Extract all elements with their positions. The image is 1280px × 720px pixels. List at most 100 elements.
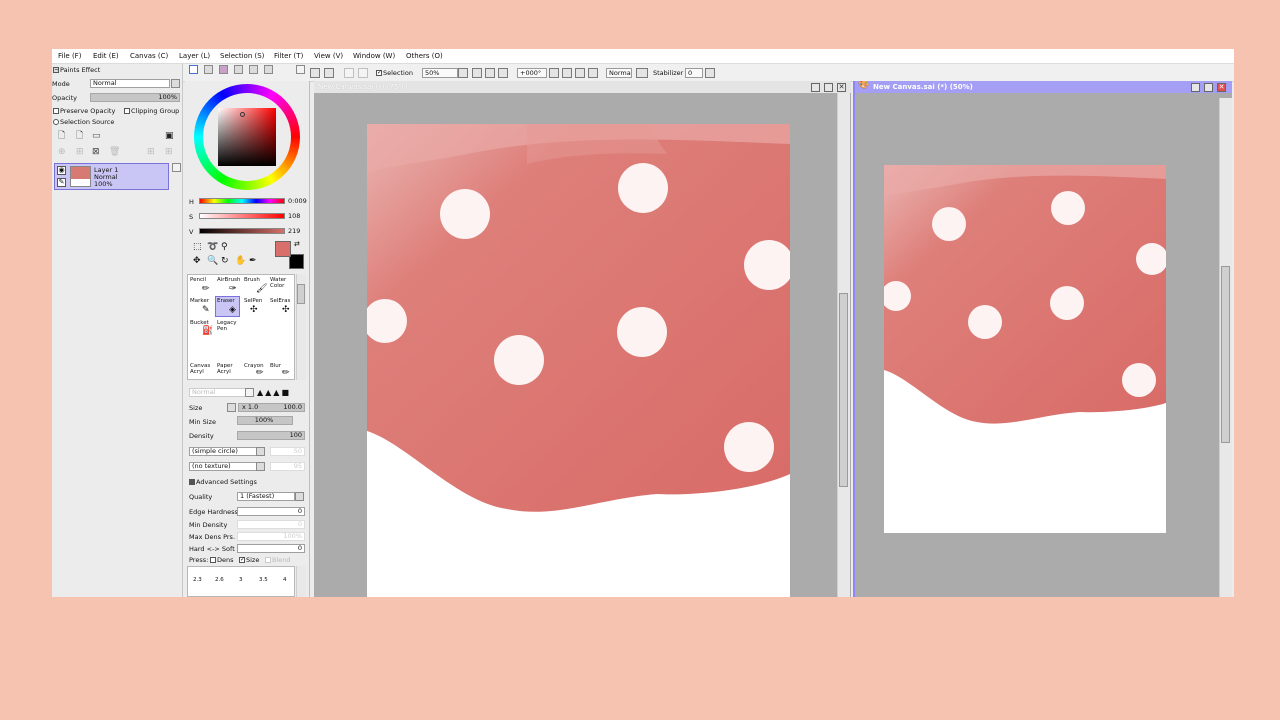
menu-others[interactable]: Others (O): [406, 52, 443, 60]
brush-shape-field[interactable]: (simple circle): [189, 447, 257, 456]
canvas-window-75-titlebar[interactable]: New Canvas.sai (*) (75%) ✕: [314, 81, 851, 93]
flip-button[interactable]: [636, 68, 648, 78]
layer-opacity-slider[interactable]: 100%: [90, 93, 180, 102]
advanced-settings-header[interactable]: Advanced Settings: [189, 478, 257, 486]
brush-texture-dropdown[interactable]: [256, 462, 265, 471]
h-slider[interactable]: [199, 198, 285, 204]
min-density-field[interactable]: 0: [237, 520, 305, 529]
tool-airbrush[interactable]: AirBrush ✑: [217, 277, 240, 294]
hard-soft-field[interactable]: 0: [237, 544, 305, 553]
min-size-slider[interactable]: 100%: [237, 416, 293, 425]
zoom-dropdown[interactable]: [458, 68, 468, 78]
lasso-icon[interactable]: ➰: [207, 243, 218, 252]
layer-toggle-icon[interactable]: ▣: [165, 132, 174, 141]
layer-scroll-button[interactable]: [172, 163, 181, 172]
canvas75-maximize-button[interactable]: [824, 83, 833, 92]
tool-marker[interactable]: Marker ✎: [190, 298, 210, 315]
menu-file[interactable]: File (F): [58, 52, 81, 60]
rotate-right-button[interactable]: [575, 68, 585, 78]
zoom-in-button[interactable]: [485, 68, 495, 78]
tool-legacy-pen[interactable]: Legacy Pen: [217, 320, 237, 332]
canvas-75[interactable]: [367, 124, 790, 597]
color-picker-cursor[interactable]: [240, 112, 245, 117]
folder-icon[interactable]: ▭: [92, 132, 101, 141]
primary-color-swatch[interactable]: [275, 241, 291, 257]
rotate-left-button[interactable]: [562, 68, 572, 78]
tool-watercolor[interactable]: Water Color: [270, 277, 292, 289]
canvas50-vscrollbar[interactable]: [1219, 98, 1232, 597]
undo-button[interactable]: [310, 68, 320, 78]
canvas75-minimize-button[interactable]: [811, 83, 820, 92]
swatch-mode-button[interactable]: [234, 65, 243, 74]
tool-bucket[interactable]: Bucket ⛽: [190, 320, 213, 336]
tool-selpen[interactable]: SelPen ✣: [244, 298, 262, 315]
brush-texture-field[interactable]: (no texture): [189, 462, 257, 471]
brush-blend-dropdown[interactable]: [245, 388, 254, 397]
hand-icon[interactable]: ✋: [235, 257, 246, 266]
rotate-icon[interactable]: ↻: [221, 257, 229, 266]
blend-mode-field[interactable]: Normal: [606, 68, 632, 78]
tool-eraser[interactable]: Eraser ◈: [215, 296, 240, 317]
zoom-icon[interactable]: 🔍: [207, 257, 218, 266]
selection-checkbox[interactable]: ✓: [376, 70, 382, 76]
stabilizer-dropdown[interactable]: [705, 68, 715, 78]
brush-icon[interactable]: ✎: [57, 178, 66, 187]
transfer-icon[interactable]: ⊕: [58, 148, 66, 157]
tool-grid-scrollbar[interactable]: [296, 274, 306, 380]
zoom-field[interactable]: 50%: [422, 68, 458, 78]
rgb-slider-mode-button[interactable]: [204, 65, 213, 74]
swap-colors-icon[interactable]: ⇄: [294, 240, 300, 249]
eye-icon[interactable]: ◉: [57, 166, 66, 175]
merge-icon[interactable]: ⊞: [147, 148, 155, 157]
color-wheel-mode-button[interactable]: [189, 65, 198, 74]
layer-row[interactable]: ◉ ✎ Layer 1 Normal 100%: [54, 163, 169, 190]
layer-mode-dropdown[interactable]: [171, 79, 180, 88]
rotation-field[interactable]: +000°: [517, 68, 547, 78]
canvas50-minimize-button[interactable]: [1191, 83, 1200, 92]
layer-mode-field[interactable]: Normal: [90, 79, 170, 88]
tool-grid-scroll-thumb[interactable]: [297, 284, 305, 304]
magic-wand-icon[interactable]: ⚲: [221, 243, 228, 252]
color-wheel[interactable]: [194, 84, 300, 190]
press-size-toggle[interactable]: ✓Size: [239, 556, 259, 564]
brush-blend-field[interactable]: Normal: [189, 388, 249, 397]
redo-button[interactable]: [324, 68, 334, 78]
s-slider[interactable]: [199, 213, 285, 219]
stabilizer-field[interactable]: 0: [685, 68, 703, 78]
menu-filter[interactable]: Filter (T): [274, 52, 303, 60]
tool-paper-acryl[interactable]: Paper Acryl: [217, 363, 239, 375]
merge-down-icon[interactable]: ⊞: [76, 148, 84, 157]
zoom-reset-button[interactable]: [498, 68, 508, 78]
rotation-reset-button[interactable]: [588, 68, 598, 78]
menu-selection[interactable]: Selection (S): [220, 52, 264, 60]
clipping-group-toggle[interactable]: Clipping Group: [124, 107, 179, 115]
canvas50-close-button[interactable]: ✕: [1217, 83, 1226, 92]
menu-edit[interactable]: Edit (E): [93, 52, 119, 60]
clear-layer-icon[interactable]: ⊠: [92, 148, 100, 157]
menu-canvas[interactable]: Canvas (C): [130, 52, 168, 60]
size-preset-3[interactable]: 3: [239, 577, 243, 583]
intermediate-color-button[interactable]: [264, 65, 273, 74]
canvas-window-50-titlebar[interactable]: 🎨 New Canvas.sai (*) (50%) ✕: [855, 81, 1232, 93]
merge-all-icon[interactable]: ⊞: [165, 148, 173, 157]
hsv-slider-mode-button[interactable]: [219, 65, 228, 74]
paints-effect-header[interactable]: −Paints Effect: [53, 66, 100, 74]
rotation-dropdown[interactable]: [549, 68, 559, 78]
canvas-50[interactable]: [884, 165, 1166, 533]
max-dens-field[interactable]: 100%: [237, 532, 305, 541]
size-preset-4[interactable]: 3.5: [259, 577, 268, 583]
brush-shape-dropdown[interactable]: [256, 447, 265, 456]
canvas75-scroll-thumb[interactable]: [839, 293, 848, 487]
size-preset-2[interactable]: 2.6: [215, 577, 224, 583]
tool-brush[interactable]: Brush 🖌: [244, 277, 267, 294]
brush-shape-value[interactable]: 50: [270, 447, 305, 456]
size-preset-1[interactable]: 2.3: [193, 577, 202, 583]
brush-size-scrollbar[interactable]: [296, 566, 306, 597]
quality-field[interactable]: 1 (Fastest): [237, 492, 295, 501]
menu-window[interactable]: Window (W): [353, 52, 395, 60]
tool-pencil[interactable]: Pencil ✏: [190, 277, 210, 294]
brush-shape-presets[interactable]: ▲▲▲■: [257, 388, 305, 397]
selection-toggle[interactable]: ✓Selection: [376, 69, 413, 77]
deselect-button[interactable]: [344, 68, 354, 78]
tool-crayon[interactable]: Crayon ✏: [244, 363, 264, 378]
